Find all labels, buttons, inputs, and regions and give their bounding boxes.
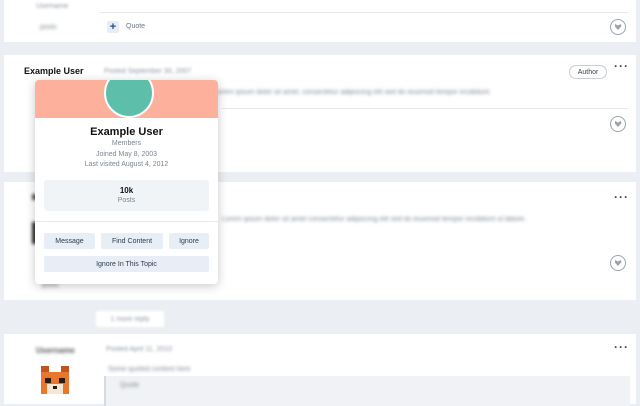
popup-divider [35, 221, 218, 222]
post-card-fourth: Username Posted April 11, 2010 ··· Some … [4, 334, 636, 406]
post-author-blurred: Username [36, 3, 69, 10]
fox-avatar [37, 364, 73, 400]
profile-joined: Joined May 8, 2003 [95, 151, 158, 158]
author-badge: Author [569, 65, 607, 79]
heart-icon[interactable] [610, 116, 626, 132]
post-content: Lorem ipsum dolor sit amet consectetur a… [222, 216, 527, 223]
post-divider [222, 108, 628, 109]
post-card-top: Username posts + Quote [4, 0, 636, 42]
post-author-blurred: Username [36, 346, 75, 355]
plus-icon[interactable]: + [107, 21, 119, 33]
ignore-button[interactable]: Ignore [169, 233, 209, 249]
post-date: Posted September 30, 2007 [104, 68, 192, 75]
profile-name[interactable]: Example User [35, 126, 218, 138]
more-options-icon[interactable]: ··· [614, 340, 629, 354]
load-more-replies[interactable]: 1 more reply [96, 311, 164, 327]
more-options-icon[interactable]: ··· [614, 190, 629, 204]
quote-block: Quote [104, 376, 630, 406]
post-author-meta-blurred: posts [40, 24, 57, 31]
profile-hover-card: Example User Members Joined May 8, 2003 … [35, 80, 218, 284]
fox-avatar-image [37, 364, 73, 400]
heart-icon[interactable] [610, 255, 626, 271]
post-divider [100, 12, 628, 13]
more-options-icon[interactable]: ··· [614, 59, 629, 73]
profile-last-visited: Last visited August 4, 2012 [84, 161, 169, 168]
post-content: Some quoted content here [108, 366, 191, 373]
message-button[interactable]: Message [44, 233, 95, 249]
post-date: Posted April 11, 2010 [106, 346, 173, 353]
profile-posts-label: Posts [117, 197, 136, 204]
quote-block-text: Quote [120, 382, 140, 389]
profile-role: Members [111, 140, 142, 147]
ignore-in-topic-button[interactable]: Ignore In This Topic [44, 256, 209, 272]
post-content: Lorem ipsum dolor sit amet, consectetur … [214, 89, 492, 96]
find-content-button[interactable]: Find Content [101, 233, 163, 249]
post-author-name[interactable]: Example User [24, 66, 84, 76]
profile-posts-count: 10k [119, 186, 134, 195]
profile-posts-stat: 10k Posts [44, 180, 209, 211]
heart-icon[interactable] [610, 19, 626, 35]
quote-button[interactable]: Quote [126, 23, 145, 30]
